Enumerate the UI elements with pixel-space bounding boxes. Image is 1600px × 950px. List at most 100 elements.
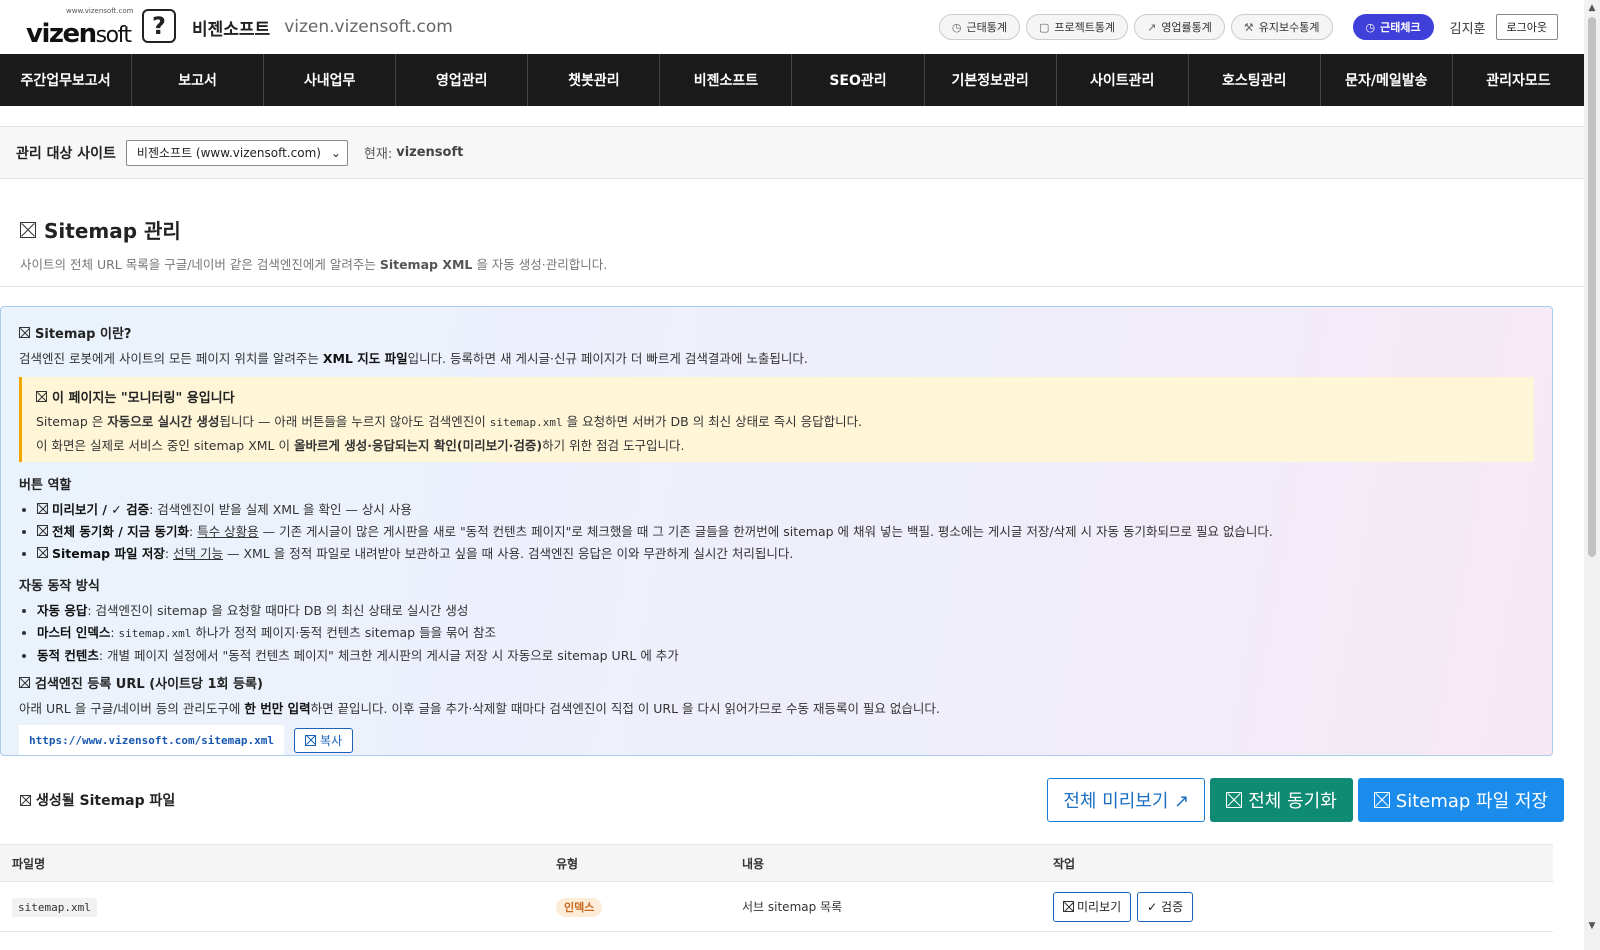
page: www.vizensoft.com vizensoft ? 비젠소프트 vize… [0, 0, 1584, 950]
nav-admin[interactable]: 관리자모드 [1453, 54, 1584, 106]
auto-behavior-heading: 자동 동작 방식 [19, 579, 100, 594]
file-icon [20, 794, 31, 806]
filename: sitemap.xml [12, 897, 97, 917]
sync-all-label: 전체 동기화 [1248, 791, 1337, 812]
notice-line-2: 이 화면은 실제로 서비스 중인 sitemap XML 이 올바르게 생성·응… [36, 438, 685, 453]
auto-behavior-list: 자동 응답: 검색엔진이 sitemap 을 요청할 때마다 DB 의 최신 상… [19, 602, 1534, 665]
page-title-text: Sitemap 관리 [44, 219, 181, 243]
sales-stats-button[interactable]: ↗ 영업률통계 [1134, 14, 1225, 40]
notice-title: 이 페이지는 "모니터링" 용입니다 [36, 387, 1520, 406]
table-row: sitemap.xml 인덱스 서브 sitemap 목록 미리보기 ✓ 검증 [0, 881, 1553, 932]
nav-weekly-report[interactable]: 주간업무보고서 [0, 54, 133, 106]
clock-icon: ◷ [951, 20, 962, 34]
top-header: www.vizensoft.com vizensoft ? 비젠소프트 vize… [0, 0, 1584, 54]
page-header: Sitemap 관리 사이트의 전체 URL 목록을 구글/네이버 같은 검색엔… [0, 179, 1584, 287]
type-badge: 인덱스 [556, 897, 603, 917]
nav-vizensoft[interactable]: 비젠소프트 [660, 54, 793, 106]
site-selector-bar: 관리 대상 사이트 비젠소프트 (www.vizensoft.com) ⌄ 현재… [0, 126, 1584, 179]
sitemap-url[interactable]: https://www.vizensoft.com/sitemap.xml [19, 725, 285, 755]
warning-icon [36, 391, 47, 402]
list-item: 동적 컨텐츠: 개별 페이지 설정에서 "동적 컨텐츠 페이지" 체크한 게시판… [37, 647, 1534, 665]
current-site-value: vizensoft [396, 145, 464, 160]
button-roles-list: 미리보기 / ✓ 검증: 검색엔진이 받을 실제 XML 을 확인 — 상시 사… [19, 501, 1534, 563]
column-header-type: 유형 [544, 844, 730, 882]
maintenance-stats-button[interactable]: ⚒ 유지보수통계 [1230, 14, 1333, 40]
nav-internal-work[interactable]: 사내업무 [264, 54, 397, 106]
logo[interactable]: www.vizensoft.com vizensoft ? [26, 7, 176, 49]
sync-icon [37, 525, 48, 536]
column-header-actions: 작업 [1041, 844, 1553, 882]
logout-button[interactable]: 로그아웃 [1495, 14, 1558, 40]
list-item: Sitemap 파일 저장: 선택 기능 — XML 을 정적 파일로 내려받아… [37, 545, 1534, 563]
column-header-filename: 파일명 [0, 844, 544, 882]
nav-basic-info[interactable]: 기본정보관리 [925, 54, 1057, 106]
list-item: 자동 응답: 검색엔진이 sitemap 을 요청할 때마다 DB 의 최신 상… [37, 602, 1534, 620]
sitemap-files-header: 생성될 Sitemap 파일 전체 미리보기 ↗ 전체 동기화 Sitemap … [0, 756, 1584, 844]
brand-domain: vizen.vizensoft.com [284, 17, 453, 37]
clipboard-icon: ▢ [1038, 20, 1050, 34]
monitoring-notice: 이 페이지는 "모니터링" 용입니다 Sitemap 은 자동으로 실시간 생성… [19, 377, 1534, 462]
logo-wordmark: vizensoft [26, 19, 132, 49]
sitemap-url-row: https://www.vizensoft.com/sitemap.xml 복사 [19, 725, 1534, 755]
logo-word-bold: vizen [26, 19, 97, 49]
nav-site[interactable]: 사이트관리 [1057, 54, 1189, 106]
preview-icon [1063, 901, 1074, 912]
preview-label: 미리보기 [1077, 900, 1122, 914]
nav-chatbot[interactable]: 챗봇관리 [528, 54, 661, 106]
copy-url-button[interactable]: 복사 [294, 727, 354, 753]
nav-sms-mail[interactable]: 문자/메일발송 [1321, 54, 1453, 106]
logo-url-text: www.vizensoft.com [66, 7, 134, 15]
pill-label: 프로젝트통계 [1054, 21, 1116, 34]
pill-label: 근태통계 [966, 21, 1007, 34]
sync-icon [1226, 792, 1243, 808]
chevron-down-icon: ⌄ [330, 145, 341, 160]
page-scrollbar[interactable]: ▲ ▼ [1584, 0, 1600, 950]
nav-hosting[interactable]: 호스팅관리 [1189, 54, 1321, 106]
scroll-up-arrow-icon[interactable]: ▲ [1584, 0, 1600, 16]
notice-line-1: Sitemap 은 자동으로 실시간 생성됩니다 — 아래 버튼들을 누르지 않… [36, 414, 863, 429]
preview-all-button[interactable]: 전체 미리보기 ↗ [1047, 778, 1206, 822]
checkin-button[interactable]: ◷ 근태체크 [1352, 14, 1434, 40]
site-selector-label: 관리 대상 사이트 [16, 145, 116, 162]
project-stats-button[interactable]: ▢ 프로젝트통계 [1025, 14, 1129, 40]
list-item: 전체 동기화 / 지금 동기화: 특수 상황용 — 기존 게시글이 많은 게시판… [37, 523, 1534, 541]
sitemap-files-actions: 전체 미리보기 ↗ 전체 동기화 Sitemap 파일 저장 [1047, 778, 1564, 822]
nav-reports[interactable]: 보고서 [132, 54, 265, 106]
column-header-content: 내용 [730, 844, 1041, 882]
attendance-stats-button[interactable]: ◷ 근태통계 [938, 14, 1020, 40]
brand-name: 비젠소프트 [192, 19, 271, 40]
page-description: 사이트의 전체 URL 목록을 구글/네이버 같은 검색엔진에게 알려주는 Si… [20, 257, 608, 272]
registration-url-heading: 검색엔진 등록 URL (사이트당 1회 등록) [19, 673, 1534, 692]
file-content: 서브 sitemap 목록 [730, 881, 1041, 932]
nav-seo[interactable]: SEO관리 [792, 54, 925, 106]
site-select-value: 비젠소프트 (www.vizensoft.com) [136, 146, 321, 160]
timer-icon: ◷ [1365, 20, 1376, 34]
scroll-down-arrow-icon[interactable]: ▼ [1584, 918, 1600, 934]
nav-sales[interactable]: 영업관리 [396, 54, 529, 106]
save-label: Sitemap 파일 저장 [1395, 791, 1548, 812]
info-icon [19, 327, 30, 338]
header-actions: ◷ 근태통계 ▢ 프로젝트통계 ↗ 영업률통계 ⚒ 유지보수통계 ◷ 근태체크 김지훈 로… [933, 14, 1558, 40]
registration-url-text: 아래 URL 을 구글/네이버 등의 관리도구에 한 번만 입력하면 끝입니다.… [19, 701, 940, 716]
save-sitemap-button[interactable]: Sitemap 파일 저장 [1357, 778, 1564, 822]
table-header-row: 파일명 유형 내용 작업 [0, 844, 1553, 882]
main-nav: 주간업무보고서 보고서 사내업무 영업관리 챗봇관리 비젠소프트 SEO관리 기… [0, 54, 1584, 106]
logo-word-light: soft [95, 23, 132, 48]
pill-label: 영업률통계 [1161, 21, 1212, 34]
sitemap-info-panel: Sitemap 이란? 검색엔진 로봇에게 사이트의 모든 페이지 위치를 알려… [0, 306, 1553, 756]
copy-icon [305, 734, 317, 746]
checkin-label: 근태체크 [1380, 21, 1421, 34]
sync-all-button[interactable]: 전체 동기화 [1210, 778, 1353, 822]
save-icon [37, 547, 48, 558]
save-icon [1373, 792, 1390, 808]
wrench-icon: ⚒ [1243, 20, 1254, 34]
sitemap-files-table: 파일명 유형 내용 작업 sitemap.xml 인덱스 서브 sitemap … [0, 844, 1553, 932]
preview-button[interactable]: 미리보기 [1053, 891, 1132, 922]
sitemap-files-title: 생성될 Sitemap 파일 [20, 790, 175, 810]
verify-button[interactable]: ✓ 검증 [1137, 891, 1194, 922]
trend-icon: ↗ [1147, 20, 1157, 34]
username: 김지훈 [1449, 21, 1486, 37]
scrollbar-thumb[interactable] [1588, 17, 1596, 557]
preview-icon [37, 503, 48, 514]
site-select[interactable]: 비젠소프트 (www.vizensoft.com) ⌄ [125, 139, 348, 166]
